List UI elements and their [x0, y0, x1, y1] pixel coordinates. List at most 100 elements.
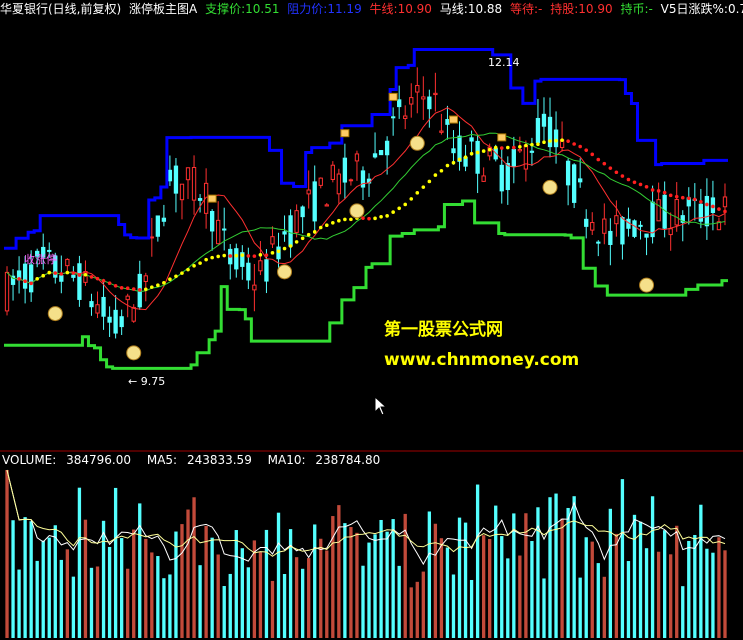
- watermark-url: www.chnmoney.com: [384, 350, 580, 370]
- volume-bar: [126, 568, 130, 638]
- horse-dot: [662, 190, 667, 195]
- horse-dot: [578, 144, 582, 149]
- candle-body: [596, 241, 601, 244]
- bull-dot: [318, 225, 323, 230]
- horse-dot: [125, 286, 130, 291]
- bull-dot: [403, 202, 408, 207]
- horse-dot: [17, 277, 21, 281]
- volume-bar: [47, 537, 51, 638]
- ma5-label: MA5: 243833.59: [147, 453, 258, 467]
- volume-bar: [638, 521, 643, 638]
- candle-body: [469, 137, 474, 142]
- volume-bar: [475, 484, 480, 638]
- bull-dot: [210, 255, 214, 260]
- candle-body: [668, 228, 673, 236]
- volume-bar: [65, 549, 70, 638]
- bull-dot: [312, 230, 317, 234]
- candle-body: [439, 130, 444, 133]
- volume-bar: [252, 540, 257, 638]
- bull-dot: [306, 232, 311, 237]
- horse-dot: [608, 166, 613, 170]
- candle-body: [234, 248, 239, 270]
- bull-dot: [282, 246, 287, 251]
- candle-body: [264, 259, 269, 282]
- bull-dot: [481, 149, 486, 153]
- candle-body: [107, 316, 112, 323]
- candle-body: [161, 217, 167, 222]
- candle-body: [246, 262, 251, 281]
- chart-stage: 华夏银行(日线,前复权) 涨停板主图A 支撑价:10.51 阻力价:11.19 …: [0, 0, 743, 640]
- horse-dot: [101, 279, 106, 283]
- candle-body: [722, 196, 728, 208]
- bull-dot: [560, 138, 564, 142]
- horse-dot: [693, 197, 697, 202]
- volume-bar: [367, 542, 371, 638]
- horse-dot: [668, 193, 673, 198]
- bull-dot: [457, 157, 462, 162]
- volume-bar: [644, 548, 649, 638]
- volume-bar: [494, 505, 498, 638]
- horse-dot: [638, 182, 643, 187]
- high-price-label: 12.14: [488, 56, 520, 69]
- candle-body: [674, 199, 679, 226]
- volume-bar: [270, 580, 275, 638]
- bull-dot: [204, 257, 208, 262]
- bull-dot: [270, 251, 275, 255]
- horse-dot: [711, 204, 715, 209]
- horse-dot: [512, 145, 516, 150]
- candle-body: [354, 153, 360, 162]
- candle-body: [125, 295, 130, 301]
- candle-body: [523, 144, 529, 170]
- volume-bar: [29, 521, 33, 638]
- horse-dot: [113, 283, 118, 288]
- volume-bar: [445, 547, 450, 638]
- volume-bar: [693, 534, 697, 638]
- volume-bar: [361, 565, 365, 638]
- wait-label: 等待:: [510, 2, 539, 16]
- bull-dot: [445, 163, 450, 168]
- candle-body: [704, 195, 710, 227]
- signal-hat-icon: [340, 129, 350, 138]
- bull-dot: [276, 249, 281, 254]
- volume-bar: [337, 505, 341, 638]
- volume-bar: [35, 560, 39, 638]
- volume-bar: [53, 525, 57, 638]
- bull-dot: [385, 214, 389, 218]
- volume-bar: [626, 561, 631, 638]
- horse-dot: [590, 152, 595, 157]
- horse-dot: [644, 184, 649, 189]
- bull-dot: [222, 253, 227, 258]
- signal-hat-icon: [207, 194, 217, 203]
- candle-body: [101, 296, 106, 317]
- candle-body: [457, 135, 462, 162]
- candle-body: [179, 183, 185, 201]
- resistance-line: [4, 47, 728, 250]
- candle-body: [415, 85, 420, 93]
- horse-dot: [252, 254, 257, 258]
- bull-dot: [83, 272, 88, 277]
- candle-body: [397, 99, 402, 108]
- candle-body: [89, 301, 94, 308]
- volume-bar: [192, 497, 196, 638]
- horse-dot: [95, 276, 100, 281]
- volume-bar: [319, 538, 323, 638]
- bull-dot: [150, 285, 154, 289]
- candle-body: [390, 116, 396, 119]
- volume-bar: [71, 576, 76, 638]
- candle-body: [28, 264, 34, 293]
- candle-body: [571, 164, 577, 203]
- ma10-label: MA10: 238784.80: [268, 453, 387, 467]
- candle-body: [421, 96, 426, 100]
- volume-bar: [723, 550, 727, 638]
- volume-bar: [391, 519, 395, 638]
- volume-bar: [282, 574, 287, 638]
- bull-dot: [65, 270, 70, 275]
- candle-body: [505, 162, 510, 191]
- candle-body: [258, 260, 263, 272]
- volume-bar: [433, 523, 438, 638]
- candle-body: [4, 271, 10, 312]
- bull-dot: [168, 277, 172, 282]
- horse-dot: [137, 288, 142, 292]
- volume-bar: [566, 507, 570, 638]
- volume-bar: [578, 577, 582, 638]
